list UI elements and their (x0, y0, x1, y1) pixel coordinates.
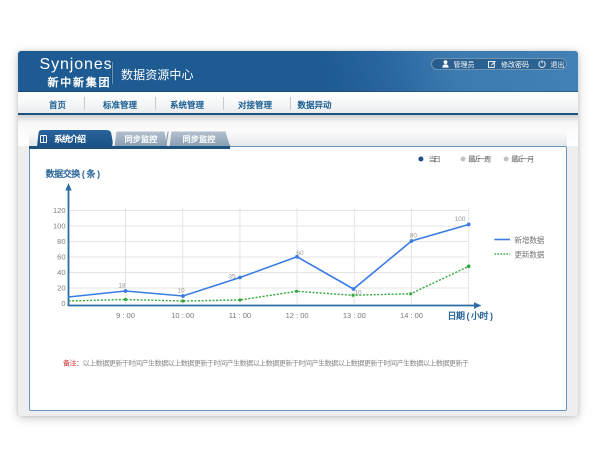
svg-text:最近一月: 最近一月 (511, 154, 534, 163)
svg-text:同步监控: 同步监控 (125, 134, 159, 144)
svg-text:20: 20 (57, 283, 65, 292)
svg-text:12 : 00: 12 : 00 (286, 311, 309, 320)
svg-text:14 : 00: 14 : 00 (400, 311, 423, 320)
svg-text:40: 40 (57, 268, 65, 277)
svg-text:系统介绍: 系统介绍 (54, 133, 86, 144)
svg-text:备注：以上数据更新于时间产生数据以上数据更新于时间产生数据以: 备注：以上数据更新于时间产生数据以上数据更新于时间产生数据以上数据更新于时间产生… (63, 358, 469, 367)
svg-text:10: 10 (354, 289, 362, 296)
svg-text:当日: 当日 (429, 154, 441, 163)
svg-text:80: 80 (57, 237, 65, 246)
svg-text:60: 60 (296, 250, 304, 257)
svg-text:80: 80 (410, 232, 418, 239)
svg-text:同步监控: 同步监控 (183, 134, 217, 144)
svg-text:日期 ( 小时 ): 日期 ( 小时 ) (448, 310, 494, 321)
svg-text:35: 35 (228, 273, 236, 280)
svg-text:120: 120 (53, 206, 66, 215)
svg-text:更新数据: 更新数据 (514, 249, 544, 259)
svg-text:11 : 00: 11 : 00 (229, 311, 251, 320)
svg-text:数据交换 ( 条 ): 数据交换 ( 条 ) (46, 168, 101, 179)
svg-text:60: 60 (57, 252, 65, 261)
svg-text:100: 100 (53, 221, 66, 230)
svg-text:0: 0 (61, 299, 65, 308)
svg-text:最近一周: 最近一周 (468, 154, 491, 163)
svg-text:新增数据: 新增数据 (514, 235, 544, 245)
svg-text:10 : 00: 10 : 00 (171, 311, 194, 320)
svg-text:9 : 00: 9 : 00 (116, 311, 135, 320)
svg-text:100: 100 (455, 216, 466, 223)
svg-text:18: 18 (118, 282, 126, 289)
svg-text:13 : 00: 13 : 00 (343, 311, 366, 320)
svg-text:10: 10 (177, 287, 185, 294)
